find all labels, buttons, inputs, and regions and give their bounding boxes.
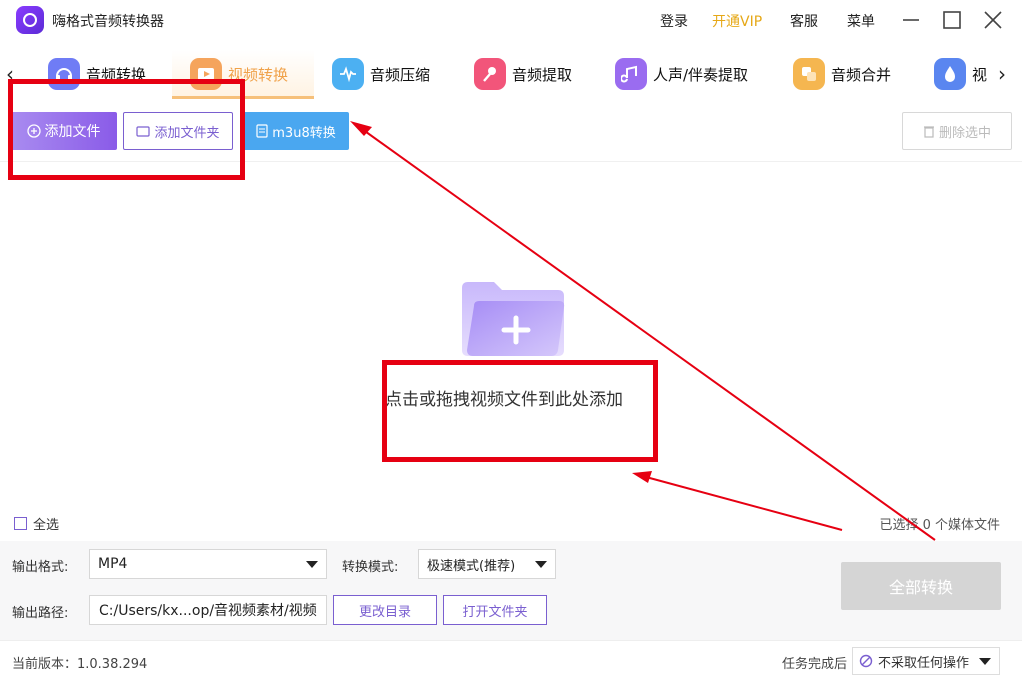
tab-label: 视 — [972, 65, 988, 84]
tab-label: 音频合并 — [831, 65, 892, 84]
tab-audio-extract[interactable]: 音频提取 — [474, 50, 572, 98]
select-all-label: 全选 — [33, 518, 60, 533]
maximize-icon[interactable] — [940, 8, 964, 32]
select-all-checkbox[interactable]: 全选 — [14, 514, 59, 533]
waveform-icon — [332, 58, 364, 90]
output-format-label: 输出格式: — [12, 560, 69, 575]
convert-all-button[interactable]: 全部转换 — [841, 562, 1001, 610]
output-path-field[interactable]: C:/Users/kx...op/音视频素材/视频 — [89, 595, 327, 625]
version-text: 当前版本：1.0.38.294 — [12, 657, 148, 672]
minimize-icon[interactable] — [899, 8, 923, 32]
menu-link[interactable]: 菜单 — [847, 11, 875, 31]
prohibited-icon — [859, 654, 873, 668]
microphone-icon — [474, 58, 506, 90]
app-title: 嗨格式音频转换器 — [52, 14, 164, 30]
status-bar: 当前版本：1.0.38.294 任务完成后 不采取任何操作 — [0, 640, 1022, 681]
support-link[interactable]: 客服 — [790, 11, 818, 31]
chevron-down-icon — [535, 561, 547, 568]
output-format-value: MP4 — [98, 556, 128, 572]
output-settings-panel: 输出格式: MP4 转换模式: 极速模式(推荐) 输出路径: C:/Users/… — [0, 541, 1022, 640]
tab-label: 人声/伴奏提取 — [653, 65, 749, 84]
convert-mode-select[interactable]: 极速模式(推荐) — [418, 549, 556, 579]
tab-label: 音频提取 — [512, 65, 573, 84]
chevron-down-icon — [306, 561, 318, 568]
m3u8-label: m3u8转换 — [272, 125, 336, 141]
tab-vocal-extract[interactable]: 人声/伴奏提取 — [615, 50, 748, 98]
output-path-label: 输出路径: — [12, 606, 69, 621]
close-icon[interactable] — [981, 8, 1005, 32]
after-task-label: 任务完成后 — [782, 657, 848, 672]
add-folder-icon — [462, 282, 565, 356]
convert-mode-value: 极速模式(推荐) — [427, 558, 516, 574]
checkbox-box[interactable] — [14, 517, 27, 530]
vip-link[interactable]: 开通VIP — [712, 11, 762, 31]
music-note-icon — [615, 58, 647, 90]
output-format-select[interactable]: MP4 — [89, 549, 327, 579]
document-icon — [256, 124, 268, 138]
convert-mode-label: 转换模式: — [342, 560, 399, 575]
droplet-icon — [934, 58, 966, 90]
m3u8-convert-button[interactable]: m3u8转换 — [243, 112, 349, 150]
after-task-select[interactable]: 不采取任何操作 — [852, 647, 1000, 675]
delete-selected-button[interactable]: 删除选中 — [902, 112, 1012, 150]
tab-video-more[interactable]: 视 — [934, 50, 987, 98]
login-link[interactable]: 登录 — [660, 11, 688, 31]
annotation-box-drop-hint — [382, 360, 658, 462]
chevron-down-icon — [979, 658, 991, 665]
selected-count-text: 已选择 0 个媒体文件 — [879, 518, 1000, 533]
change-directory-button[interactable]: 更改目录 — [333, 595, 437, 625]
tab-audio-merge[interactable]: 音频合并 — [793, 50, 891, 98]
open-folder-button[interactable]: 打开文件夹 — [443, 595, 547, 625]
delete-selected-label: 删除选中 — [938, 125, 991, 141]
after-task-value: 不采取任何操作 — [878, 655, 970, 671]
tab-label: 音频压缩 — [370, 65, 431, 84]
tab-scroll-right-icon[interactable]: › — [998, 62, 1006, 86]
tab-audio-compress[interactable]: 音频压缩 — [332, 50, 430, 98]
app-logo-icon — [16, 6, 44, 34]
title-bar: 嗨格式音频转换器 登录 开通VIP 客服 菜单 — [0, 0, 1022, 42]
annotation-box-add-buttons — [8, 79, 245, 180]
trash-icon — [923, 126, 934, 138]
merge-icon — [793, 58, 825, 90]
